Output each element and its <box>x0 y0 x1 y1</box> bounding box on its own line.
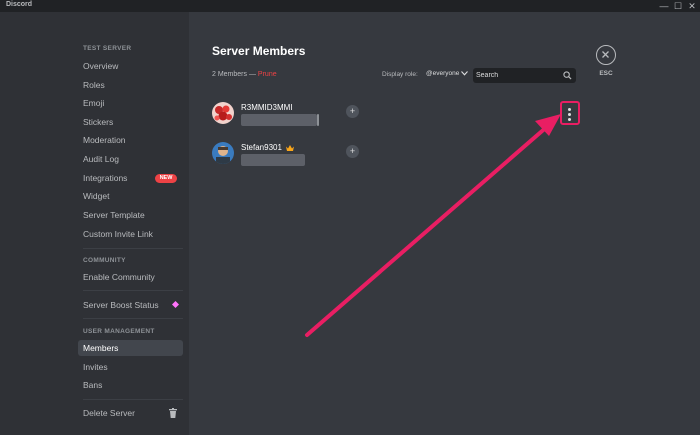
annotation-arrow-icon <box>305 114 561 337</box>
